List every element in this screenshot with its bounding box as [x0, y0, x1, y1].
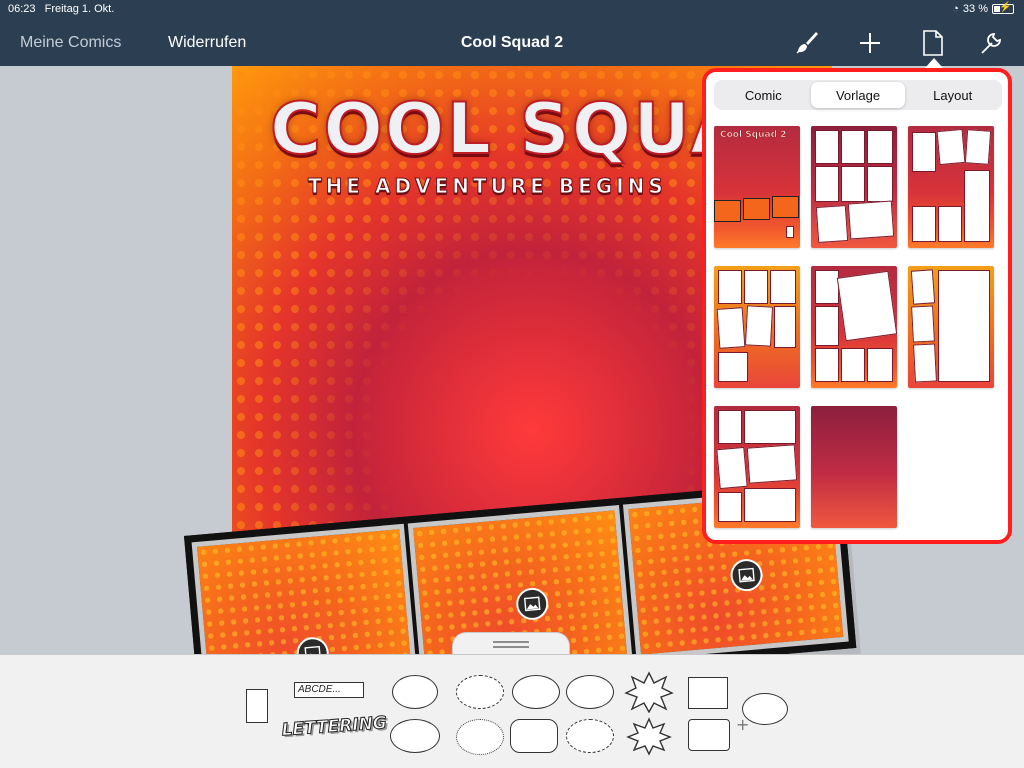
add-image-icon[interactable] [295, 635, 331, 654]
template-grid-e[interactable] [908, 266, 994, 388]
tab-comic[interactable]: Comic [716, 82, 811, 108]
page-icon[interactable] [916, 26, 950, 60]
tab-layout[interactable]: Layout [905, 82, 1000, 108]
element-tray: ABCDE... LETTERING + [0, 654, 1024, 768]
plus-icon[interactable] [853, 26, 887, 60]
my-comics-button[interactable]: Meine Comics [20, 34, 121, 52]
navigation-bar: Meine Comics Widerrufen Cool Squad 2 [0, 20, 1024, 66]
template-grid-f[interactable] [714, 406, 800, 528]
template-cover-title: Cool Squad 2 [720, 130, 787, 141]
speech-bubble-oval[interactable] [392, 675, 438, 709]
panel-tool[interactable] [246, 689, 268, 723]
status-date: Freitag 1. Okt. [44, 3, 115, 15]
caption-box-tool[interactable] [688, 677, 728, 709]
speech-bubble-wide[interactable] [566, 675, 614, 709]
cover-subtitle[interactable]: THE ADVENTURE BEGINS [308, 174, 667, 199]
caption-box-rounded-tool[interactable] [688, 719, 730, 751]
thought-bubble[interactable] [512, 675, 560, 709]
template-grid-a[interactable] [811, 126, 897, 248]
add-image-icon[interactable] [514, 586, 550, 622]
status-bar: 06:23 Freitag 1. Okt. ◔ 33 % ⚡ [0, 0, 1024, 20]
burst-bubble-small-icon[interactable] [624, 715, 674, 757]
add-image-icon[interactable] [729, 557, 765, 593]
speech-bubble-rounded-rect[interactable] [510, 719, 558, 753]
burst-bubble-icon[interactable] [624, 671, 674, 713]
lettering-tool[interactable]: LETTERING [281, 713, 388, 751]
battery-percent: 33 % [962, 3, 988, 15]
brush-icon[interactable] [790, 26, 824, 60]
template-grid-c[interactable] [714, 266, 800, 388]
wrench-icon[interactable] [974, 26, 1008, 60]
tray-grabber[interactable] [452, 632, 570, 656]
whisper-bubble[interactable] [456, 675, 504, 709]
segmented-control: Comic Vorlage Layout [714, 80, 1002, 110]
template-grid-b[interactable] [908, 126, 994, 248]
speech-bubble-spiky[interactable] [390, 719, 440, 753]
battery-icon: ⚡ [992, 2, 1014, 14]
template-popover: Comic Vorlage Layout Cool Squad 2 [702, 68, 1012, 544]
comic-panel[interactable] [191, 523, 418, 654]
speech-bubble-round[interactable] [456, 719, 504, 755]
template-cover[interactable]: Cool Squad 2 [714, 126, 800, 248]
template-blank[interactable] [811, 406, 897, 528]
caption-tool[interactable]: ABCDE... [294, 682, 364, 698]
undo-button[interactable]: Widerrufen [168, 34, 246, 52]
popover-arrow [925, 58, 943, 68]
wifi-icon: ◔ [952, 3, 959, 15]
custom-bubble-tool[interactable] [742, 693, 788, 725]
template-grid-d[interactable] [811, 266, 897, 388]
speech-bubble-wavy[interactable] [566, 719, 614, 753]
top-bar: 06:23 Freitag 1. Okt. ◔ 33 % ⚡ Meine Com… [0, 0, 1024, 66]
cover-title[interactable]: COOL SQUA [269, 87, 746, 171]
tab-vorlage[interactable]: Vorlage [810, 82, 906, 108]
status-time: 06:23 [8, 3, 36, 15]
